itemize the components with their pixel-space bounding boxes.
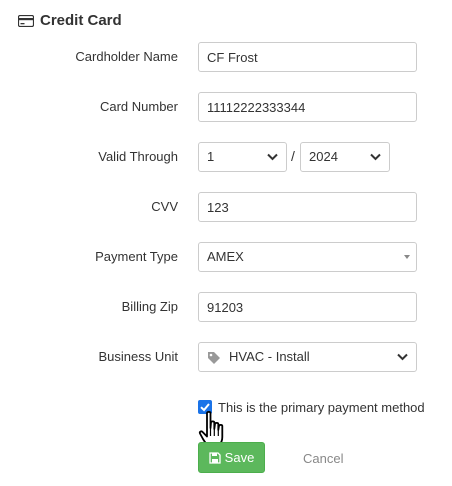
card-number-row: Card Number [0, 92, 452, 122]
chevron-down-icon [267, 153, 278, 161]
caret-down-icon [404, 255, 410, 259]
expiry-month-value: 1 [207, 149, 215, 164]
card-number-label: Card Number [99, 99, 178, 114]
floppy-disk-icon [209, 451, 221, 464]
chevron-down-icon [370, 153, 381, 161]
billing-zip-row: Billing Zip [0, 292, 452, 322]
billing-zip-label: Billing Zip [121, 299, 178, 314]
save-button[interactable]: Save [198, 442, 265, 473]
chevron-down-icon [397, 353, 408, 361]
expiry-month-select[interactable]: 1 [198, 142, 287, 172]
business-unit-select[interactable]: HVAC - Install [198, 342, 417, 372]
payment-type-row: Payment Type AMEX [0, 242, 452, 272]
save-button-label: Save [224, 450, 255, 465]
payment-type-value: AMEX [207, 249, 244, 264]
payment-type-label: Payment Type [95, 249, 178, 264]
tag-icon [207, 351, 221, 365]
credit-card-icon [18, 14, 34, 27]
business-unit-label: Business Unit [98, 349, 178, 364]
expiry-separator: / [291, 148, 295, 164]
business-unit-value: HVAC - Install [229, 349, 310, 364]
cancel-link[interactable]: Cancel [303, 451, 343, 466]
cardholder-name-row: Cardholder Name [0, 42, 452, 72]
billing-zip-input[interactable] [198, 292, 417, 322]
cvv-label: CVV [151, 199, 178, 214]
cardholder-name-input[interactable] [198, 42, 417, 72]
expiry-year-select[interactable]: 2024 [300, 142, 390, 172]
valid-through-row: Valid Through 1 / 2024 [0, 142, 452, 172]
section-title: Credit Card [40, 12, 122, 29]
cardholder-name-label: Cardholder Name [75, 49, 178, 64]
cvv-input[interactable] [198, 192, 417, 222]
cvv-row: CVV [0, 192, 452, 222]
section-header: Credit Card [18, 12, 122, 29]
payment-type-select[interactable]: AMEX [198, 242, 417, 272]
valid-through-label: Valid Through [98, 149, 178, 164]
primary-payment-label[interactable]: This is the primary payment method [218, 400, 425, 415]
expiry-year-value: 2024 [309, 149, 338, 164]
business-unit-row: Business Unit HVAC - Install [0, 342, 452, 372]
card-number-input[interactable] [198, 92, 417, 122]
